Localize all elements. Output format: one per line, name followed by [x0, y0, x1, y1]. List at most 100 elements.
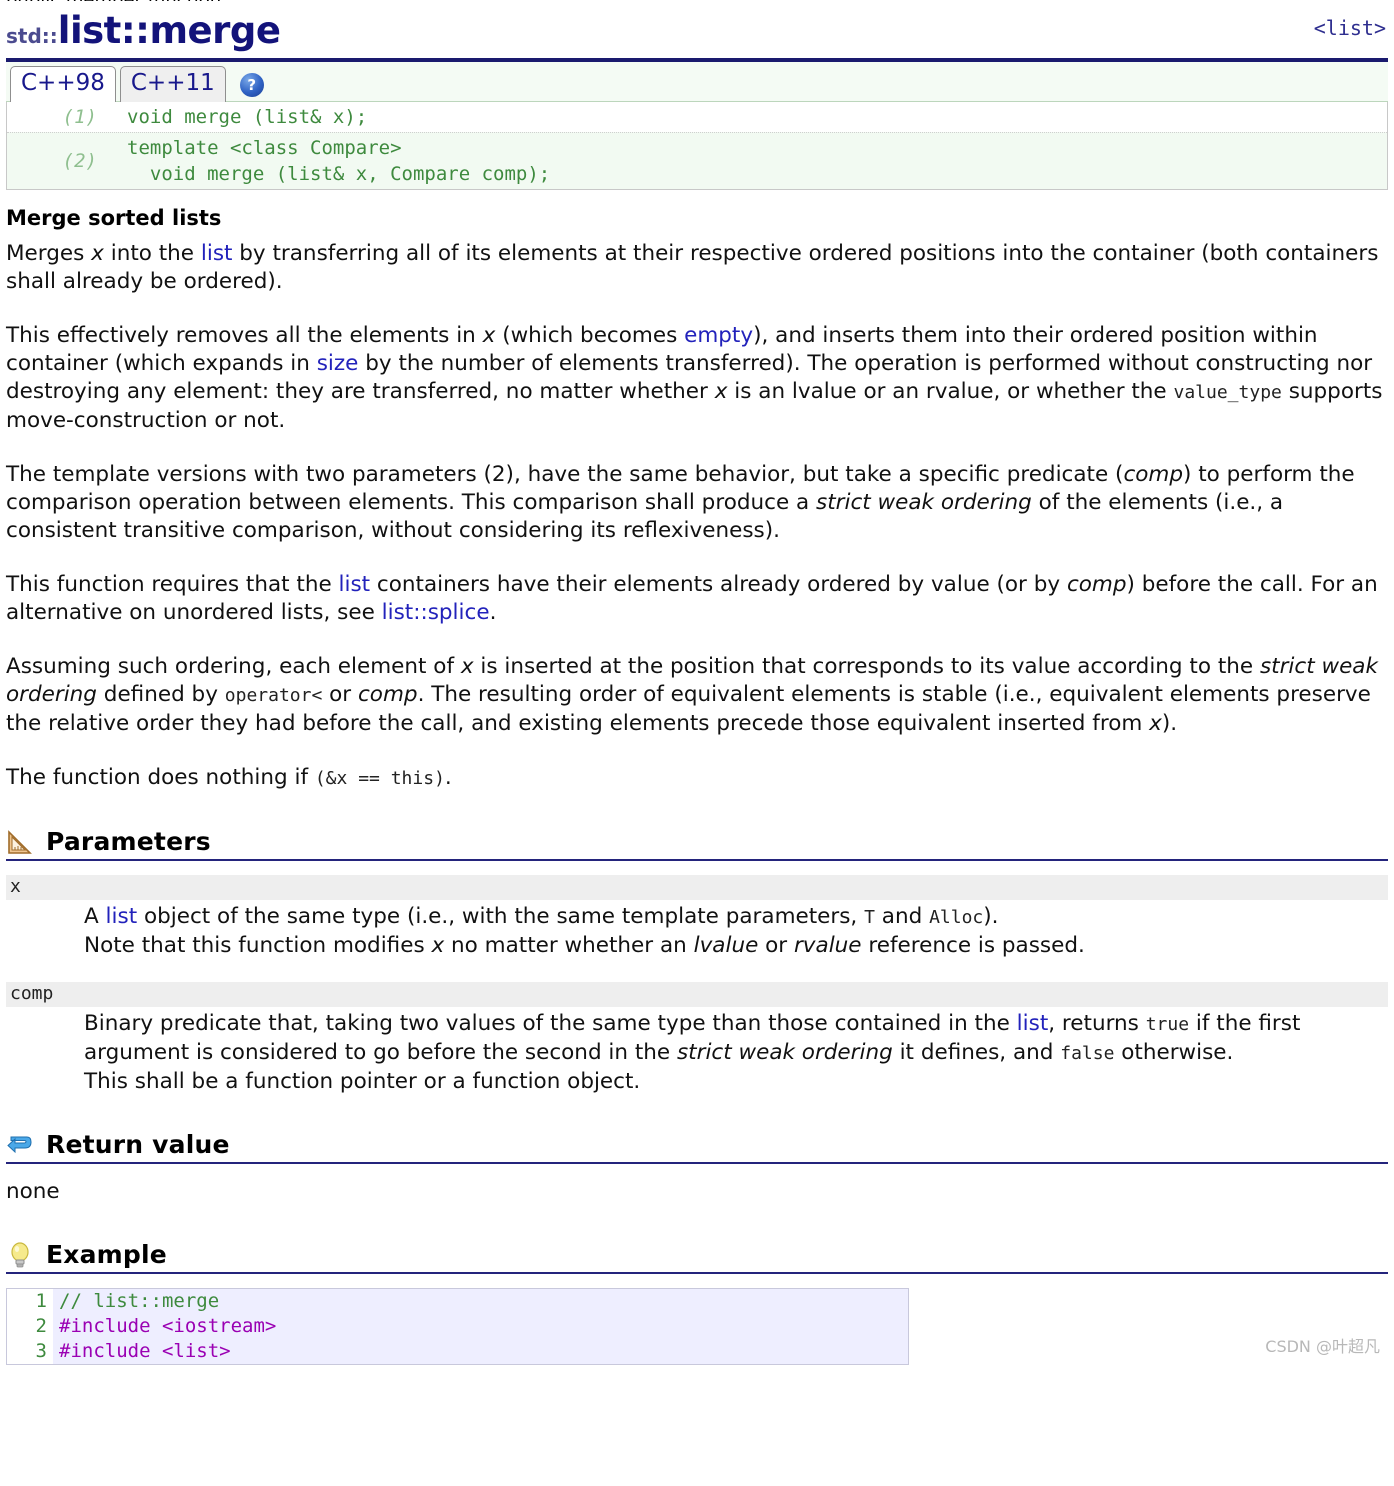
- return-value-text: none: [6, 1179, 60, 1204]
- text-fragment: Binary predicate that, taking two values…: [84, 1011, 1017, 1036]
- prototype-number: (2): [62, 150, 97, 172]
- text-fragment: This effectively removes all the element…: [6, 323, 483, 348]
- link-empty[interactable]: empty: [684, 323, 753, 348]
- return-value-divider: [6, 1162, 1388, 1164]
- parameter-description-line: Binary predicate that, taking two values…: [84, 1010, 1388, 1068]
- parameters-divider: [6, 859, 1388, 861]
- lightbulb-icon: [6, 1241, 34, 1269]
- description-paragraph-6: The function does nothing if (&x == this…: [6, 764, 1388, 793]
- prototype-number: (1): [62, 106, 97, 128]
- return-value-title: Return value: [46, 1130, 230, 1159]
- text-fragment: .: [489, 600, 497, 625]
- text-fragment: ).: [1161, 711, 1178, 736]
- term-strict-weak-ordering: strict weak ordering: [676, 1040, 893, 1065]
- param-ref-comp: comp: [357, 682, 418, 707]
- param-ref-x: x: [431, 933, 445, 958]
- text-fragment: (which becomes: [495, 323, 685, 348]
- link-list[interactable]: list: [106, 904, 138, 929]
- line-number: 2: [7, 1314, 53, 1339]
- page-title: std::list::merge: [6, 10, 1388, 57]
- code-line: 2 #include <iostream>: [7, 1314, 908, 1339]
- term-strict-weak-ordering: strict weak ordering: [816, 490, 1032, 515]
- link-list[interactable]: list: [201, 241, 233, 266]
- parameter-description-line: Note that this function modifies x no ma…: [84, 932, 1388, 960]
- tab-cpp98[interactable]: C++98: [10, 66, 116, 102]
- text-fragment: or: [322, 682, 358, 707]
- code-text: #include <list>: [53, 1339, 231, 1364]
- description-paragraph-4: This function requires that the list con…: [6, 571, 1388, 627]
- link-list-splice[interactable]: list::splice: [382, 600, 490, 625]
- description-paragraph-5: Assuming such ordering, each element of …: [6, 653, 1388, 738]
- description-paragraph-1: Merges x into the list by transferring a…: [6, 240, 1388, 296]
- section-example: Example 1 // list::merge 2 #include <ios…: [6, 1240, 1388, 1365]
- text-fragment: is inserted at the position that corresp…: [473, 654, 1260, 679]
- text-fragment: .: [444, 765, 452, 790]
- text-fragment: Note that this function modifies: [84, 933, 432, 958]
- example-title: Example: [46, 1240, 167, 1269]
- text-fragment: defined by: [96, 682, 225, 707]
- text-fragment: Merges: [6, 241, 92, 266]
- title-text: list::merge: [57, 9, 281, 52]
- parameter-name-comp: comp: [6, 982, 1388, 1007]
- watermark: CSDN @叶超凡: [1265, 1337, 1380, 1356]
- code-false: false: [1060, 1043, 1115, 1064]
- link-size[interactable]: size: [317, 351, 359, 376]
- text-fragment: into the: [103, 241, 201, 266]
- code-this-keyword: this: [390, 768, 435, 789]
- code-value-type: value_type: [1173, 382, 1282, 403]
- summary-heading: Merge sorted lists: [6, 206, 222, 230]
- example-heading-row: Example: [6, 1240, 1388, 1272]
- text-fragment: otherwise.: [1114, 1040, 1234, 1065]
- return-value-heading-row: Return value: [6, 1130, 1388, 1162]
- standard-version-tabbar: C++98 C++11 ?: [6, 62, 1388, 102]
- help-icon[interactable]: ?: [239, 73, 264, 97]
- parameter-description-line: A list object of the same type (i.e., wi…: [84, 903, 1388, 932]
- code-text: // list::merge: [53, 1289, 219, 1314]
- function-prototype-box: (1) void merge (list& x); (2) template <…: [6, 102, 1388, 190]
- header-file-link[interactable]: <list>: [1314, 16, 1386, 40]
- code-preprocessor: #include: [59, 1315, 162, 1337]
- code-comment: // list::merge: [59, 1290, 220, 1312]
- code-true: true: [1145, 1014, 1190, 1035]
- link-list[interactable]: list: [339, 572, 371, 597]
- text-fragment: or: [758, 933, 794, 958]
- section-parameters: Parameters x A list object of the same t…: [6, 827, 1388, 1096]
- text-fragment: The template versions with two parameter…: [6, 462, 1124, 487]
- line-number: 3: [7, 1339, 53, 1364]
- parameter-name-x: x: [6, 875, 1388, 900]
- code-Alloc: Alloc: [929, 907, 984, 928]
- parameters-title: Parameters: [46, 827, 211, 856]
- code-line: 1 // list::merge: [7, 1289, 908, 1314]
- section-return-value: Return value none: [6, 1130, 1388, 1206]
- code-text: #include <iostream>: [53, 1314, 276, 1339]
- text-fragment: is an lvalue or an rvalue, or whether th…: [727, 379, 1174, 404]
- text-fragment: containers have their elements already o…: [370, 572, 1067, 597]
- text-fragment: , returns: [1048, 1011, 1146, 1036]
- link-list[interactable]: list: [1017, 1011, 1049, 1036]
- code-preprocessor: #include: [59, 1340, 162, 1362]
- example-divider: [6, 1272, 1388, 1274]
- code-T: T: [864, 907, 875, 928]
- prototype-code: template <class Compare> void merge (lis…: [127, 137, 551, 185]
- param-ref-comp: comp: [1123, 462, 1184, 487]
- member-kind-label: public member function: [6, 0, 1388, 1]
- term-lvalue: lvalue: [693, 933, 759, 958]
- parameter-description-x: A list object of the same type (i.e., wi…: [6, 900, 1388, 960]
- text-fragment: no matter whether an: [444, 933, 694, 958]
- code-header-name: <list>: [161, 1340, 231, 1362]
- param-ref-x: x: [482, 323, 496, 348]
- text-fragment: it defines, and: [892, 1040, 1061, 1065]
- parameter-description-line: This shall be a function pointer or a fu…: [84, 1069, 641, 1094]
- title-row: std::list::merge <list>: [6, 10, 1388, 54]
- return-arrow-icon: [6, 1131, 34, 1159]
- param-ref-x: x: [91, 241, 104, 266]
- tab-cpp11[interactable]: C++11: [119, 66, 226, 102]
- description-paragraph-3: The template versions with two parameter…: [6, 461, 1388, 545]
- text-fragment: reference is passed.: [861, 933, 1085, 958]
- param-ref-x: x: [714, 379, 728, 404]
- example-code-block[interactable]: 1 // list::merge 2 #include <iostream> 3…: [6, 1288, 909, 1365]
- parameter-entry: comp Binary predicate that, taking two v…: [6, 982, 1388, 1096]
- term-rvalue: rvalue: [793, 933, 862, 958]
- param-ref-x: x: [460, 654, 474, 679]
- text-fragment: Assuming such ordering, each element of: [6, 654, 461, 679]
